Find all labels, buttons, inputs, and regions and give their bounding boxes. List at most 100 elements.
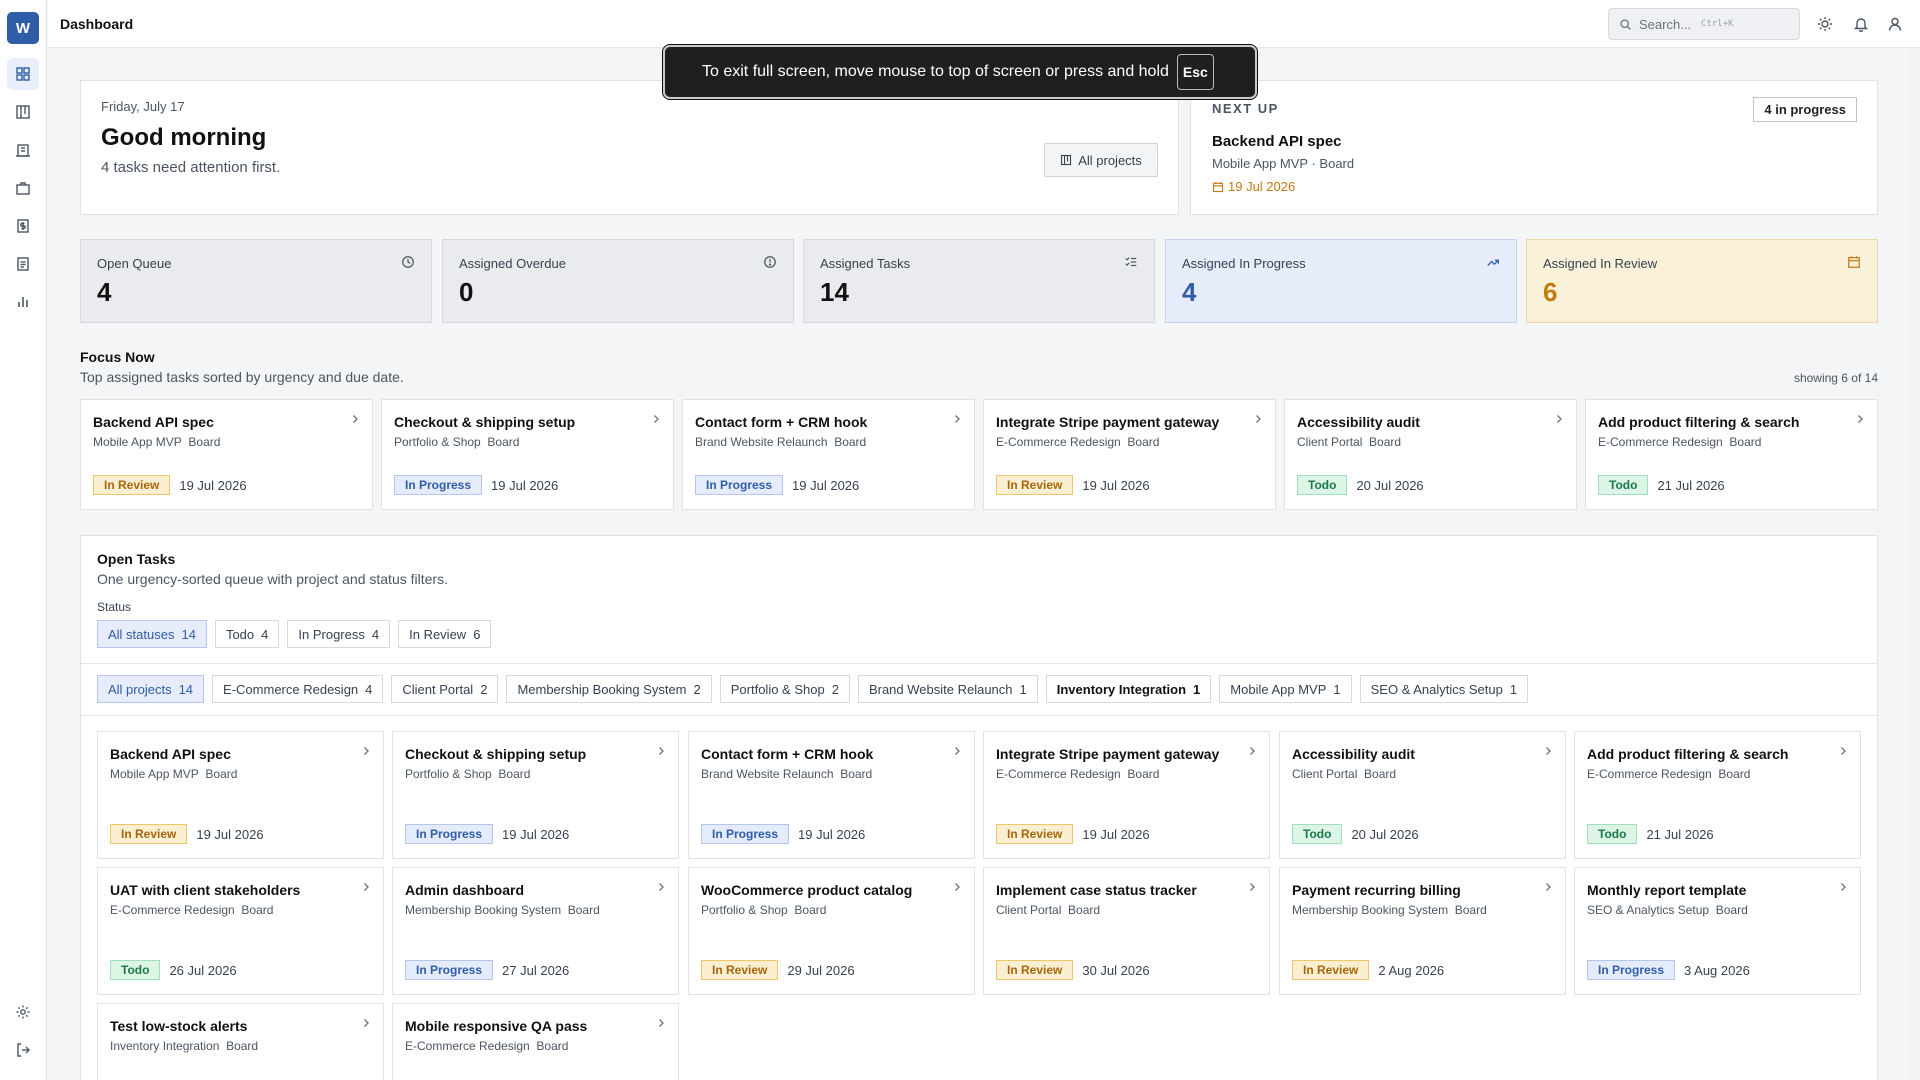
- invoice-icon[interactable]: [7, 210, 39, 242]
- trend-up-icon: [1487, 259, 1499, 266]
- task-board: Board: [1127, 767, 1160, 781]
- task-footer: Todo 21 Jul 2026: [1587, 824, 1714, 844]
- task-card[interactable]: Backend API spec Mobile App MVP Board In R…: [80, 399, 373, 510]
- board-icon[interactable]: [7, 96, 39, 128]
- chip-label: All statuses: [108, 626, 175, 642]
- task-card[interactable]: Add product filtering & search E-Commerce…: [1574, 731, 1861, 859]
- project-filter-chip[interactable]: All projects 14: [97, 675, 205, 703]
- task-card[interactable]: Mobile responsive QA pass E-Commerce Rede…: [392, 1003, 679, 1080]
- task-board: Board: [1729, 435, 1762, 449]
- project-filter-chip[interactable]: E-Commerce Redesign 4: [212, 675, 384, 703]
- document-icon[interactable]: [7, 248, 39, 280]
- task-footer: In Progress 19 Jul 2026: [405, 824, 569, 844]
- due-date: 20 Jul 2026: [1356, 477, 1424, 493]
- status-filter-chip[interactable]: Todo 4: [214, 620, 280, 648]
- task-meta: E-Commerce Redesign Board: [1587, 767, 1750, 781]
- bar-chart-icon[interactable]: [7, 286, 39, 318]
- status-filter-chip[interactable]: In Review 6: [398, 620, 492, 648]
- task-meta: E-Commerce Redesign Board: [405, 1039, 568, 1053]
- stat-value: 0: [459, 277, 474, 307]
- task-card[interactable]: Checkout & shipping setup Portfolio & Sho…: [381, 399, 674, 510]
- task-title: Checkout & shipping setup: [394, 414, 576, 430]
- due-date: 29 Jul 2026: [787, 962, 855, 978]
- chevron-right-icon: [1250, 883, 1255, 891]
- bell-icon[interactable]: [1851, 14, 1871, 34]
- app-logo[interactable]: W: [7, 12, 39, 44]
- next-up-card[interactable]: NEXT UP 4 in progress Backend API spec M…: [1190, 80, 1878, 215]
- sun-icon[interactable]: [1815, 14, 1835, 34]
- chevron-right-icon: [353, 415, 358, 423]
- stat-assigned-in-progress[interactable]: Assigned In Progress 4: [1165, 239, 1517, 323]
- task-card[interactable]: Admin dashboard Membership Booking System…: [392, 867, 679, 995]
- stat-label: Assigned Overdue: [459, 256, 566, 271]
- task-card[interactable]: WooCommerce product catalog Portfolio & S…: [688, 867, 975, 995]
- user-icon[interactable]: [1885, 14, 1905, 34]
- building-icon[interactable]: [7, 134, 39, 166]
- stat-assigned-overdue[interactable]: Assigned Overdue 0: [442, 239, 794, 323]
- project-filter-chip[interactable]: Membership Booking System 2: [506, 675, 712, 703]
- project-filter-chip[interactable]: Portfolio & Shop 2: [719, 675, 850, 703]
- all-projects-button[interactable]: All projects: [1044, 143, 1158, 177]
- task-card[interactable]: Monthly report template SEO & Analytics S…: [1574, 867, 1861, 995]
- project-filter-chip[interactable]: Inventory Integration 1: [1045, 675, 1212, 703]
- task-card[interactable]: Accessibility audit Client Portal Board To…: [1284, 399, 1577, 510]
- status-filter-chip[interactable]: In Progress 4: [287, 620, 391, 648]
- task-card[interactable]: Backend API spec Mobile App MVP Board In R…: [97, 731, 384, 859]
- status-badge: In Review: [996, 475, 1074, 495]
- status-badge: In Review: [996, 824, 1074, 844]
- gear-icon[interactable]: [7, 996, 39, 1028]
- task-project: Client Portal: [1297, 435, 1363, 449]
- task-project: Client Portal: [1292, 767, 1358, 781]
- task-footer: In Progress 19 Jul 2026: [695, 475, 859, 495]
- scrollbar[interactable]: [1910, 48, 1920, 1080]
- task-card[interactable]: Contact form + CRM hook Brand Website Rel…: [682, 399, 975, 510]
- task-title: WooCommerce product catalog: [701, 882, 913, 898]
- task-meta: Membership Booking System Board: [405, 903, 600, 917]
- next-up-due: 19 Jul 2026: [1212, 179, 1295, 194]
- task-card[interactable]: Test low-stock alerts Inventory Integrati…: [97, 1003, 384, 1080]
- task-card[interactable]: Accessibility audit Client Portal Board To…: [1279, 731, 1566, 859]
- stat-assigned-tasks[interactable]: Assigned Tasks 14: [803, 239, 1155, 323]
- project-filter-chip[interactable]: SEO & Analytics Setup 1: [1359, 675, 1529, 703]
- briefcase-icon[interactable]: [7, 172, 39, 204]
- task-title: Integrate Stripe payment gateway: [996, 414, 1220, 430]
- task-card[interactable]: Checkout & shipping setup Portfolio & Sho…: [392, 731, 679, 859]
- task-board: Board: [1369, 435, 1402, 449]
- task-card[interactable]: Payment recurring billing Membership Book…: [1279, 867, 1566, 995]
- task-title: Admin dashboard: [405, 882, 525, 898]
- chevron-right-icon: [1841, 747, 1846, 755]
- search-input[interactable]: Search... Ctrl+K: [1608, 8, 1800, 40]
- task-project: E-Commerce Redesign: [110, 903, 235, 917]
- task-card[interactable]: Integrate Stripe payment gateway E-Commer…: [983, 399, 1276, 510]
- topbar: Dashboard Search... Ctrl+K: [48, 0, 1920, 48]
- project-filter-chip[interactable]: Brand Website Relaunch 1: [857, 675, 1038, 703]
- task-meta: SEO & Analytics Setup Board: [1587, 903, 1748, 917]
- logout-icon[interactable]: [7, 1034, 39, 1066]
- task-card[interactable]: Integrate Stripe payment gateway E-Commer…: [983, 731, 1270, 859]
- chip-count: 14: [178, 681, 194, 697]
- task-card[interactable]: UAT with client stakeholders E-Commerce R…: [97, 867, 384, 995]
- task-footer: Todo 20 Jul 2026: [1292, 824, 1419, 844]
- project-filter-chip[interactable]: Client Portal 2: [391, 675, 499, 703]
- task-meta: E-Commerce Redesign Board: [996, 767, 1159, 781]
- task-meta: Portfolio & Shop Board: [394, 435, 519, 449]
- stat-assigned-in-review[interactable]: Assigned In Review 6: [1526, 239, 1878, 323]
- chevron-right-icon: [1256, 415, 1261, 423]
- chip-count: 4: [261, 626, 269, 642]
- task-title: Add product filtering & search: [1598, 414, 1800, 430]
- stat-label: Assigned In Progress: [1182, 256, 1306, 271]
- chip-count: 1: [1193, 681, 1201, 697]
- task-footer: In Review 19 Jul 2026: [996, 475, 1150, 495]
- task-footer: In Progress 19 Jul 2026: [394, 475, 558, 495]
- task-card[interactable]: Implement case status tracker Client Port…: [983, 867, 1270, 995]
- task-meta: Brand Website Relaunch Board: [695, 435, 866, 449]
- chevron-right-icon: [955, 747, 960, 755]
- stat-open-queue[interactable]: Open Queue 4: [80, 239, 432, 323]
- task-board: Board: [205, 767, 238, 781]
- dashboard-grid-icon[interactable]: [7, 58, 39, 90]
- status-filter-chip[interactable]: All statuses 14: [97, 620, 207, 648]
- project-filter-chip[interactable]: Mobile App MVP 1: [1219, 675, 1352, 703]
- task-card[interactable]: Add product filtering & search E-Commerce…: [1585, 399, 1878, 510]
- task-card[interactable]: Contact form + CRM hook Brand Website Rel…: [688, 731, 975, 859]
- status-badge: In Progress: [405, 960, 494, 980]
